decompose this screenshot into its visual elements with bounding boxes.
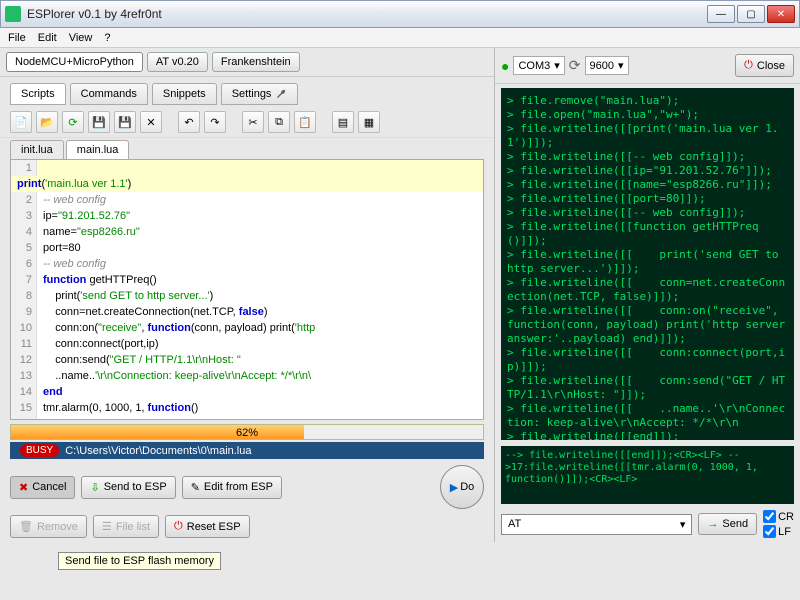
lf-checkbox[interactable]: LF (763, 525, 794, 538)
app-icon (5, 6, 21, 22)
menu-view[interactable]: View (69, 32, 93, 44)
reload-icon[interactable]: ⟳ (62, 111, 84, 133)
window-title: ESPlorer v0.1 by 4refr0nt (27, 7, 707, 21)
tab-at[interactable]: AT v0.20 (147, 52, 208, 72)
refresh-icon[interactable]: ⟳ (569, 57, 581, 74)
reset-esp-button[interactable]: ⏻Reset ESP (165, 515, 250, 538)
block-icon[interactable]: ▤ (332, 111, 354, 133)
subtab-snippets[interactable]: Snippets (152, 83, 217, 105)
send-to-esp-button[interactable]: ⇩Send to ESP (81, 476, 175, 499)
subtab-settings[interactable]: Settings (221, 83, 299, 105)
filetab-main[interactable]: main.lua (66, 140, 130, 159)
menu-help[interactable]: ? (104, 32, 110, 44)
code-editor[interactable]: 1print(print('main.lua ver 1.1')'main.lu… (10, 159, 484, 420)
remove-button[interactable]: 🗑Remove (10, 515, 87, 538)
save-all-icon[interactable]: 💾 (114, 111, 136, 133)
do-button[interactable]: ▶Do (440, 465, 484, 509)
close-file-icon[interactable]: ✕ (140, 111, 162, 133)
terminal-echo[interactable]: --> file.writeline([[end]]);<CR><LF> -->… (501, 446, 794, 504)
wrench-icon (275, 88, 287, 100)
menu-file[interactable]: File (8, 32, 26, 44)
copy-icon[interactable]: ⧉ (268, 111, 290, 133)
file-path: C:\Users\Victor\Documents\0\main.lua (65, 445, 251, 457)
port-select[interactable]: COM3▾ (513, 56, 564, 75)
save-icon[interactable]: 💾 (88, 111, 110, 133)
close-window-button[interactable]: ✕ (767, 5, 795, 23)
send-button[interactable]: →Send (698, 513, 757, 535)
busy-badge: BUSY (20, 444, 59, 457)
undo-icon[interactable]: ↶ (178, 111, 200, 133)
maximize-button[interactable]: ▢ (737, 5, 765, 23)
redo-icon[interactable]: ↷ (204, 111, 226, 133)
file-list-button[interactable]: ☰File list (93, 515, 159, 538)
minimize-button[interactable]: — (707, 5, 735, 23)
cr-checkbox[interactable]: CR (763, 510, 794, 523)
connect-icon[interactable]: ● (501, 58, 509, 74)
paste-icon[interactable]: 📋 (294, 111, 316, 133)
close-port-button[interactable]: ⏻Close (735, 54, 794, 77)
terminal-output[interactable]: > file.remove("main.lua"); > file.open("… (501, 88, 794, 440)
filetab-init[interactable]: init.lua (10, 140, 64, 159)
edit-from-esp-button[interactable]: ✎Edit from ESP (182, 476, 282, 499)
open-file-icon[interactable]: 📂 (36, 111, 58, 133)
tooltip: Send file to ESP flash memory (58, 552, 221, 570)
subtab-commands[interactable]: Commands (70, 83, 148, 105)
upload-progress: 62% (10, 424, 484, 440)
menu-edit[interactable]: Edit (38, 32, 57, 44)
tab-franken[interactable]: Frankenshtein (212, 52, 300, 72)
cut-icon[interactable]: ✂ (242, 111, 264, 133)
command-input[interactable]: AT▾ (501, 514, 692, 535)
tab-nodemcu[interactable]: NodeMCU+MicroPython (6, 52, 143, 72)
subtab-scripts[interactable]: Scripts (10, 83, 66, 105)
block2-icon[interactable]: ▦ (358, 111, 380, 133)
cancel-button[interactable]: ✖Cancel (10, 476, 75, 499)
new-file-icon[interactable]: 📄 (10, 111, 32, 133)
baud-select[interactable]: 9600▾ (585, 56, 629, 75)
